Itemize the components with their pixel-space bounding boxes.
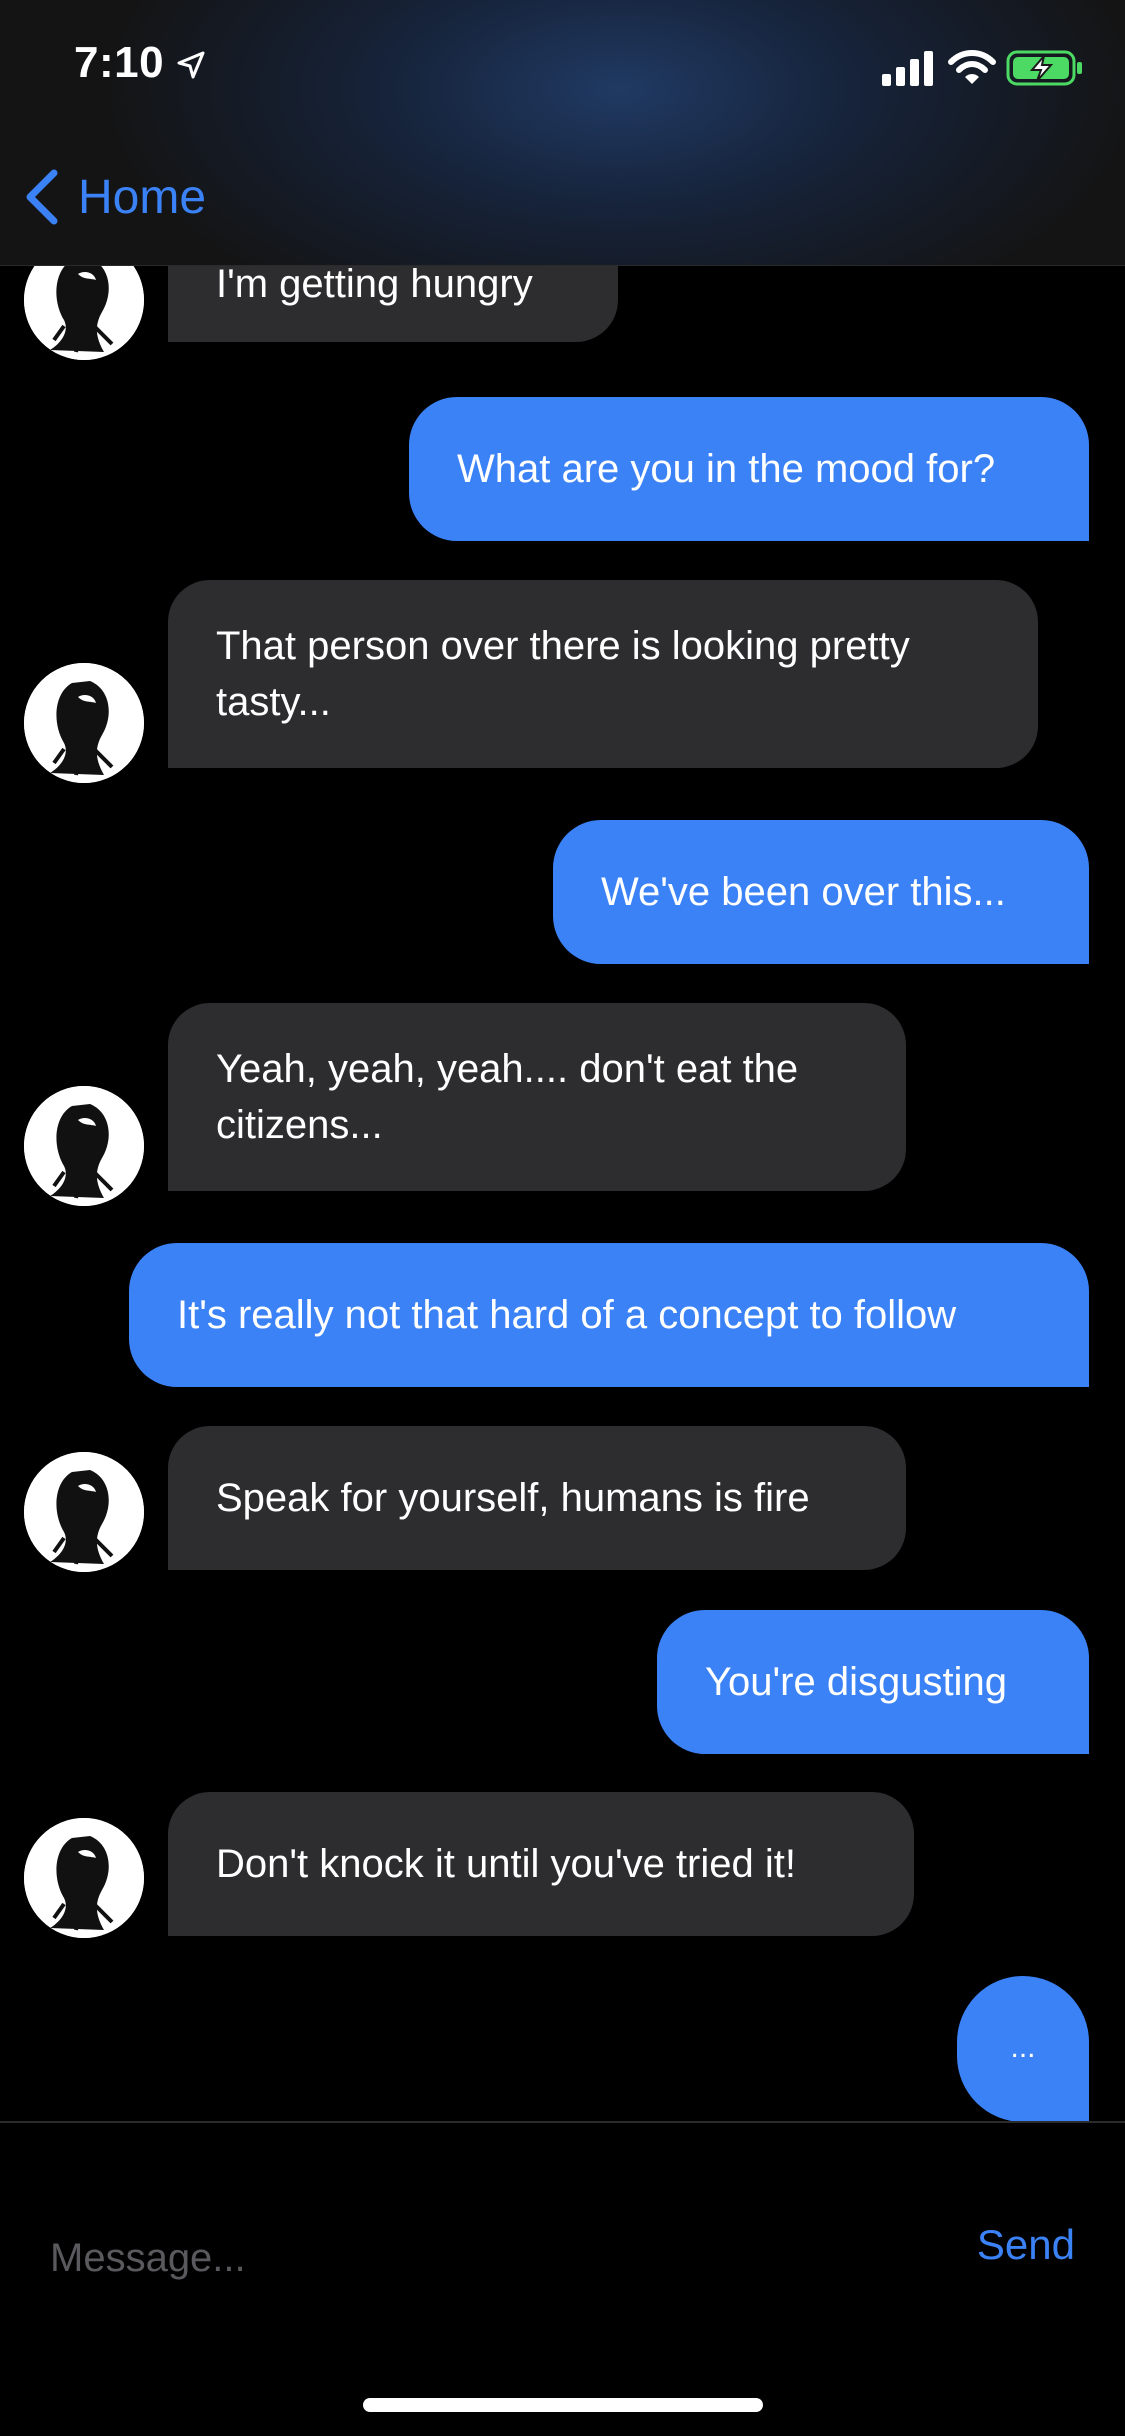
battery-charging-icon <box>1006 50 1082 86</box>
send-button[interactable]: Send <box>977 2221 1075 2269</box>
message-bubble-outgoing: What are you in the mood for? <box>409 397 1089 541</box>
avatar <box>24 663 144 783</box>
message-list[interactable]: I'm getting hungry What are you in the m… <box>0 0 1125 2122</box>
avatar <box>24 1086 144 1206</box>
composer: Send <box>0 2123 1125 2436</box>
wifi-icon <box>948 50 996 84</box>
message-bubble-incoming: That person over there is looking pretty… <box>168 580 1038 768</box>
message-bubble-incoming: Yeah, yeah, yeah.... don't eat the citiz… <box>168 1003 906 1191</box>
message-bubble-outgoing: You're disgusting <box>657 1610 1089 1754</box>
status-time: 7:10 <box>74 38 165 87</box>
message-input[interactable] <box>48 2217 912 2299</box>
avatar <box>24 1818 144 1938</box>
home-indicator[interactable] <box>363 2398 763 2412</box>
message-bubble-outgoing: We've been over this... <box>553 820 1089 964</box>
back-label: Home <box>78 170 207 224</box>
message-bubble-incoming: Don't knock it until you've tried it! <box>168 1792 914 1936</box>
chevron-left-icon <box>26 169 58 225</box>
message-bubble-incoming: Speak for yourself, humans is fire <box>168 1426 906 1570</box>
symbiote-avatar-icon <box>24 1452 144 1572</box>
symbiote-avatar-icon <box>24 663 144 783</box>
cellular-signal-icon <box>882 51 933 86</box>
nav-header: 7:10 Home <box>0 0 1125 266</box>
typing-bubble-outgoing: ... <box>957 1976 1089 2122</box>
symbiote-avatar-icon <box>24 1086 144 1206</box>
back-button[interactable]: Home <box>20 160 206 234</box>
symbiote-avatar-icon <box>24 1818 144 1938</box>
message-bubble-outgoing: It's really not that hard of a concept t… <box>129 1243 1089 1387</box>
location-arrow-icon <box>177 51 205 79</box>
avatar <box>24 1452 144 1572</box>
